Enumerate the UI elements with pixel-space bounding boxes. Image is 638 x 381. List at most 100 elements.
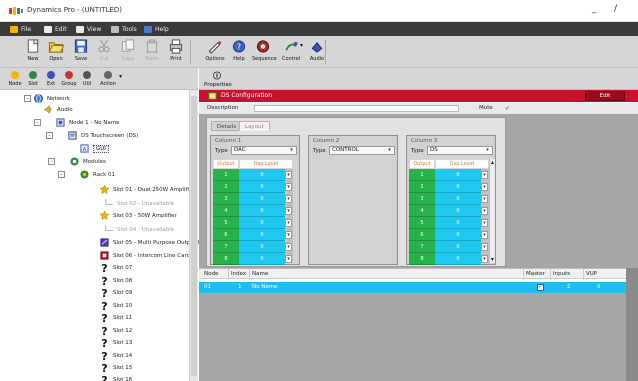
action-dropdown-icon[interactable]: ▾ <box>119 73 122 80</box>
toolbar-save-button[interactable]: Save <box>70 38 92 66</box>
level-spinner[interactable]: ▾ <box>481 255 488 263</box>
tree-item[interactable]: A GUI <box>80 143 109 155</box>
tree-item[interactable]: Slot 06 - Intercom Line Card <box>100 250 190 262</box>
tree-item[interactable]: Audio <box>44 104 73 116</box>
tree-scrollbar[interactable] <box>189 90 198 381</box>
dsp-level-value[interactable]: 0 <box>239 205 285 217</box>
tree-item[interactable]: ? Slot 10 <box>100 300 132 313</box>
toolbar-open-button[interactable]: Open <box>45 38 67 66</box>
type-select[interactable]: CONTROL ▾ <box>329 146 395 155</box>
grid-row[interactable]: 01 1 No Name ✓ 2 0 <box>199 282 638 293</box>
tree-item[interactable]: ? Slot 07 <box>100 262 132 275</box>
tree-item[interactable]: DS Touchscreen (DS) <box>68 130 138 142</box>
grid-scrollbar[interactable]: ▴ ▾ <box>489 159 495 263</box>
dsp-level-value[interactable]: 0 <box>435 181 481 193</box>
level-spinner[interactable]: ▾ <box>481 207 488 215</box>
edit-button[interactable]: Edit <box>585 91 625 101</box>
toolbar-paste-button[interactable]: Paste <box>141 38 163 66</box>
tree-item[interactable]: ? Slot 16 <box>100 374 132 381</box>
tree-expand-toggle[interactable]: - <box>48 158 55 165</box>
tree-expand-toggle[interactable]: - <box>46 132 53 139</box>
tree-item[interactable]: Rack 01 <box>80 169 115 181</box>
minimize-button[interactable]: _ <box>592 4 597 14</box>
level-spinner[interactable]: ▾ <box>285 207 292 215</box>
level-spinner[interactable]: ▾ <box>285 243 292 251</box>
dsp-level-value[interactable]: 0 <box>239 253 285 265</box>
level-spinner[interactable]: ▾ <box>481 195 488 203</box>
tree-item[interactable]: ? Slot 12 <box>100 325 132 338</box>
tab-details[interactable]: Details <box>211 121 243 131</box>
tree-expand-toggle[interactable]: - <box>34 119 41 126</box>
grid-column-master[interactable]: Master <box>526 271 545 277</box>
dsp-level-value[interactable]: 0 <box>239 193 285 205</box>
tree-item[interactable]: Slot 02 - Unavailable <box>104 198 174 210</box>
grid-column-vup[interactable]: VUP <box>586 271 597 277</box>
tree-scrollbar-thumb[interactable] <box>191 96 197 376</box>
tree-expand-toggle[interactable]: - <box>24 95 31 102</box>
tree-expand-toggle[interactable]: - <box>58 171 65 178</box>
dsp-level-value[interactable]: 0 <box>435 205 481 217</box>
level-spinner[interactable]: ▾ <box>481 219 488 227</box>
toolbar-copy-button[interactable]: Copy <box>117 38 139 66</box>
menu-help[interactable]: Help <box>144 24 169 34</box>
dsp-level-value[interactable]: 0 <box>239 169 285 181</box>
tree-item[interactable]: Modules <box>70 156 106 168</box>
dsp-level-value[interactable]: 0 <box>239 217 285 229</box>
level-spinner[interactable]: ▾ <box>285 171 292 179</box>
grid-column-inputs[interactable]: Inputs <box>553 271 570 277</box>
tree-tool-node-button[interactable]: Node <box>6 70 24 89</box>
menu-tools[interactable]: Tools <box>111 24 137 34</box>
menu-view[interactable]: View <box>76 24 101 34</box>
toolbar-print-button[interactable]: Print <box>165 38 187 66</box>
toolbar-sequence-button[interactable]: Sequence <box>252 38 277 66</box>
level-spinner[interactable]: ▾ <box>285 255 292 263</box>
dsp-level-value[interactable]: 0 <box>435 169 481 181</box>
tree-item[interactable]: ? Slot 11 <box>100 312 132 325</box>
level-spinner[interactable]: ▾ <box>481 183 488 191</box>
description-input[interactable] <box>254 105 459 112</box>
level-spinner[interactable]: ▾ <box>481 243 488 251</box>
toolbar-new-button[interactable]: New <box>22 38 44 66</box>
tree-item[interactable]: Slot 01 - Dual 250W Amplifier <box>99 183 195 196</box>
tree-item[interactable]: ? Slot 09 <box>100 287 132 300</box>
tree-item[interactable]: Node 1 - No Name <box>56 117 120 129</box>
dsp-level-value[interactable]: 0 <box>435 253 481 265</box>
grid-column-node[interactable]: Node <box>204 271 218 277</box>
level-spinner[interactable]: ▾ <box>285 219 292 227</box>
dsp-level-value[interactable]: 0 <box>239 229 285 241</box>
level-spinner[interactable]: ▾ <box>481 231 488 239</box>
toolbar-control-button[interactable]: Control <box>280 38 302 66</box>
tree-tool-action-button[interactable]: Action <box>99 70 117 89</box>
dsp-level-value[interactable]: 0 <box>435 193 481 205</box>
level-spinner[interactable]: ▾ <box>285 195 292 203</box>
tree-item[interactable]: Slot 04 - Unavailable <box>104 224 174 236</box>
grid-column-name[interactable]: Name <box>252 271 268 277</box>
dsp-level-value[interactable]: 0 <box>239 181 285 193</box>
tree-item[interactable]: ? Slot 08 <box>100 275 132 288</box>
menu-file[interactable]: File <box>10 24 31 34</box>
tree-tool-group-button[interactable]: Group <box>60 70 78 89</box>
control-dropdown-icon[interactable]: ▾ <box>300 42 303 49</box>
tree-tool-slot-button[interactable]: Slot <box>24 70 42 89</box>
dsp-level-value[interactable]: 0 <box>239 241 285 253</box>
level-spinner[interactable]: ▾ <box>481 171 488 179</box>
tree-item[interactable]: ? Slot 14 <box>100 350 132 363</box>
master-checkbox[interactable]: ✓ <box>537 284 544 291</box>
level-spinner[interactable]: ▾ <box>285 183 292 191</box>
tree-item[interactable]: ? Slot 15 <box>100 362 132 375</box>
dsp-level-value[interactable]: 0 <box>435 229 481 241</box>
scroll-up-icon[interactable]: ▴ <box>490 159 495 166</box>
menu-edit[interactable]: Edit <box>44 24 67 34</box>
toolbar-options-button[interactable]: Options <box>204 38 226 66</box>
toolbar-cut-button[interactable]: Cut <box>93 38 115 66</box>
maximize-button[interactable]: / <box>614 4 617 14</box>
dsp-level-value[interactable]: 0 <box>435 241 481 253</box>
dsp-level-value[interactable]: 0 <box>435 217 481 229</box>
mute-checkbox[interactable]: ✓ <box>505 105 512 112</box>
type-select[interactable]: DAC ▾ <box>231 146 297 155</box>
grid-column-index[interactable]: Index <box>231 271 246 277</box>
toolbar-help-button[interactable]: ? Help <box>228 38 250 66</box>
tree-tool-ext-button[interactable]: Ext <box>42 70 60 89</box>
grid-scroll-area[interactable] <box>626 268 638 381</box>
tree-item[interactable]: Slot 03 - 50W Amplifier <box>99 209 177 222</box>
